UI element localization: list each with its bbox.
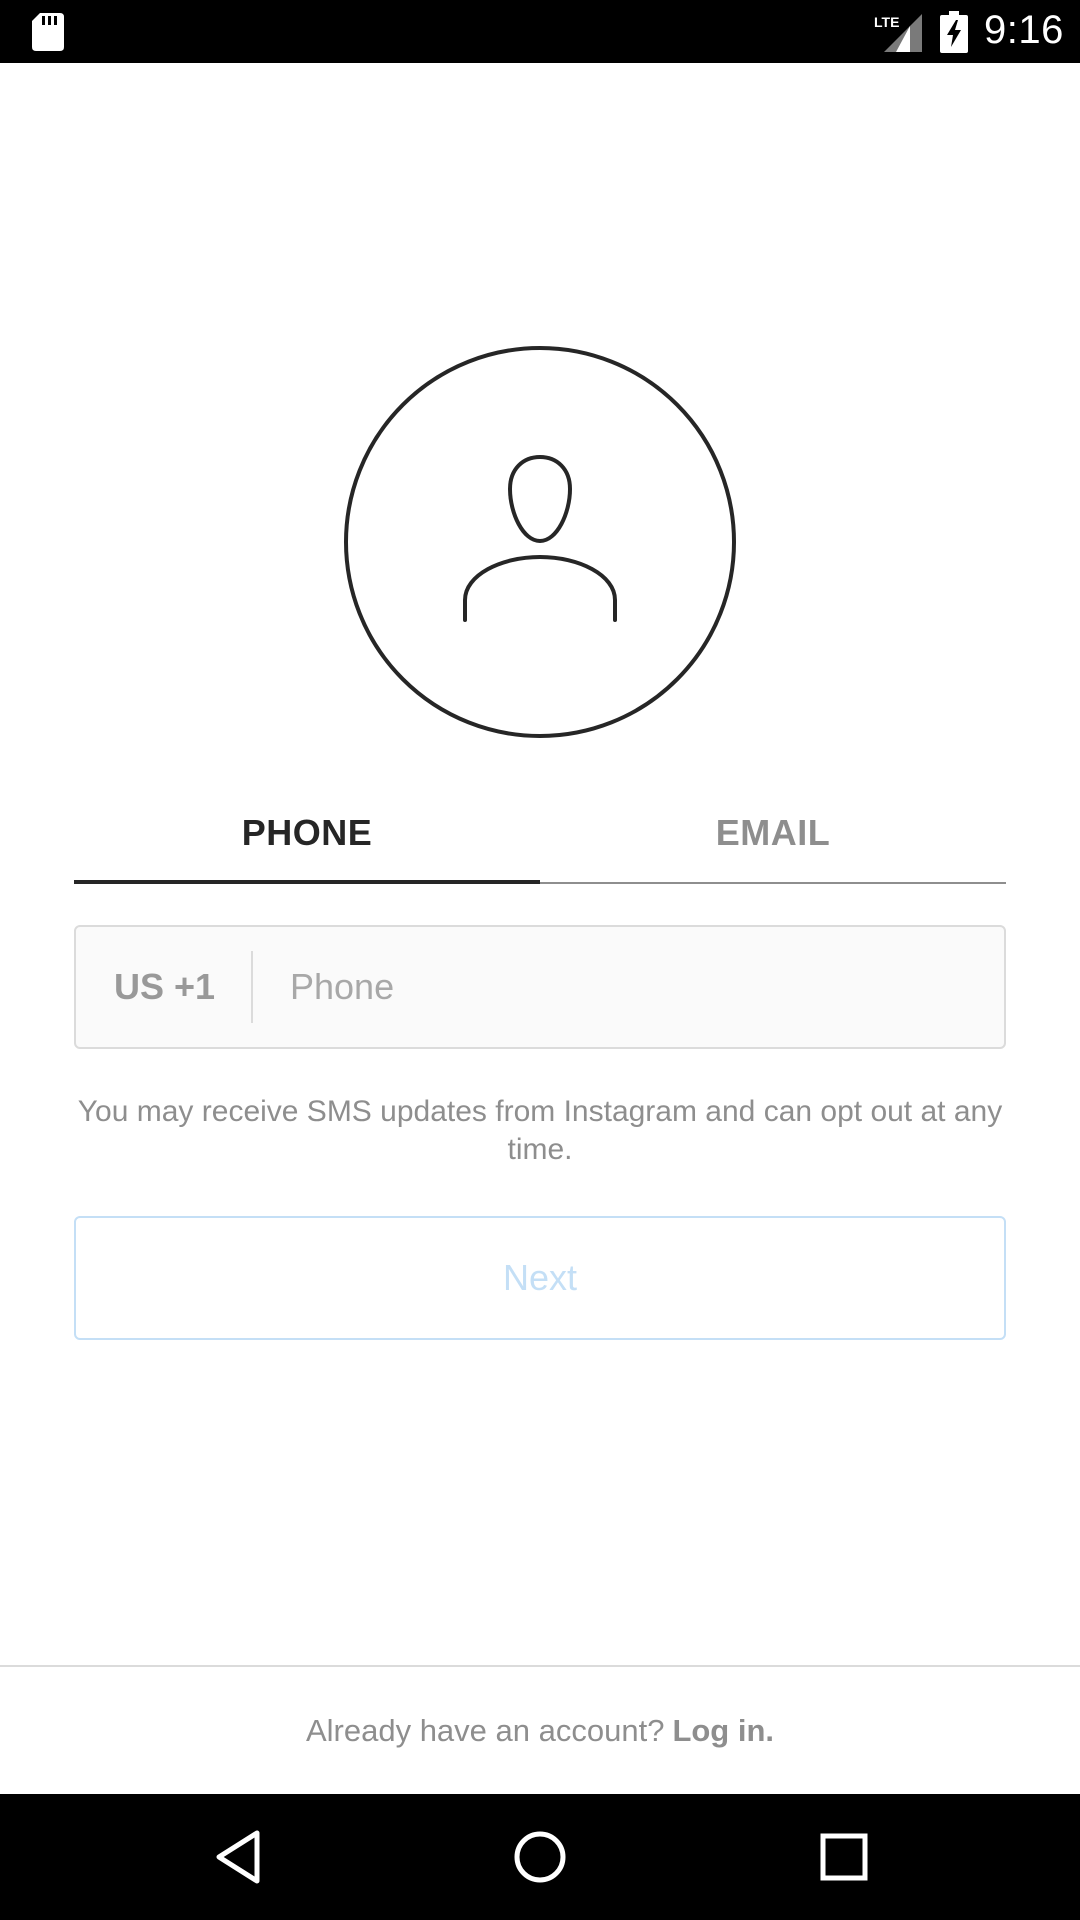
back-icon [216,1830,260,1884]
tab-phone[interactable]: PHONE [74,780,540,885]
navigation-bar [0,1794,1080,1920]
battery-charging-icon [940,11,968,53]
back-button[interactable] [175,1794,301,1920]
field-divider [251,951,253,1023]
bottom-divider [0,1665,1080,1667]
tab-email[interactable]: EMAIL [540,780,1006,885]
status-bar: LTE 9:16 [0,0,1080,63]
person-icon [344,346,736,738]
lte-label: LTE [874,14,899,30]
phone-field: US +1 [74,925,1006,1049]
phone-input[interactable] [290,927,990,1047]
recents-icon [820,1833,868,1881]
lte-signal-icon: LTE [874,14,922,52]
login-prompt-text: Already have an account? [305,1713,665,1748]
home-icon [514,1831,566,1883]
next-button[interactable]: Next [74,1216,1006,1340]
tab-active-indicator [74,880,540,884]
recents-button[interactable] [781,1794,907,1920]
sd-card-icon [32,13,64,51]
login-prompt-row: Already have an account? Log in. [0,1668,1080,1794]
country-code-selector[interactable]: US +1 [114,927,215,1047]
status-time: 9:16 [984,8,1064,52]
signup-screen: LTE 9:16 PHONE EMAIL US +1 You may recei… [0,0,1080,1920]
sms-notice: You may receive SMS updates from Instagr… [77,1095,1003,1166]
login-link[interactable]: Log in. [672,1713,774,1749]
home-button[interactable] [477,1794,603,1920]
signup-method-tabs: PHONE EMAIL [74,780,1006,885]
